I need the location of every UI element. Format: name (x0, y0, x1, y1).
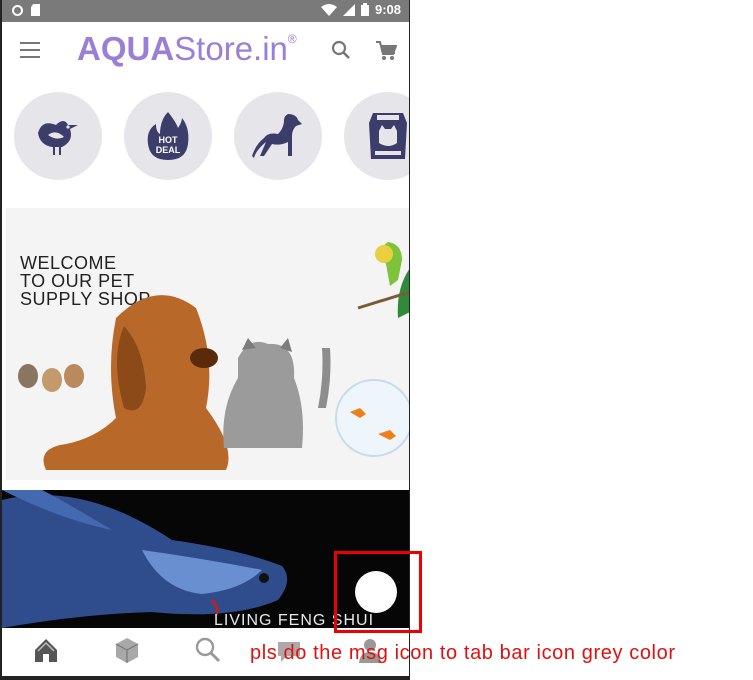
annotation-highlight-box (334, 551, 422, 633)
category-row: HOT DEAL (14, 92, 409, 180)
annotation-note: pls do the msg icon to tab bar icon grey… (250, 642, 676, 664)
bird-icon (38, 121, 78, 155)
menu-icon[interactable] (20, 42, 40, 58)
category-cat-food[interactable] (344, 92, 409, 180)
category-birds[interactable] (14, 92, 102, 180)
battery-icon (360, 3, 369, 16)
svg-text:DEAL: DEAL (156, 145, 181, 155)
search-icon[interactable] (194, 636, 222, 664)
cart-icon[interactable] (375, 40, 397, 62)
notification-icon (12, 4, 23, 16)
brand-logo: AQUAStore.in® (77, 30, 297, 68)
category-hot-deal[interactable]: HOT DEAL (124, 92, 212, 180)
cat-food-icon (369, 113, 407, 159)
promo-banner-pets[interactable]: WELCOME TO OUR PET SUPPLY SHOP (6, 208, 409, 480)
status-bar: 9:08 (2, 0, 409, 22)
device-bottom-edge (2, 676, 409, 680)
dog-icon (252, 114, 302, 158)
search-icon[interactable] (331, 40, 351, 60)
hot-deal-icon: HOT DEAL (147, 112, 189, 160)
sd-card-icon (31, 4, 40, 16)
signal-icon (342, 3, 355, 16)
registered-mark: ® (287, 32, 297, 46)
app-bar: AQUAStore.in® (2, 22, 409, 80)
home-icon[interactable] (32, 636, 60, 664)
wifi-icon (320, 3, 337, 16)
pets-illustration (18, 242, 409, 470)
box-icon[interactable] (113, 636, 141, 664)
brand-bold: AQUA (77, 30, 175, 67)
brand-rest: Store.in (174, 30, 288, 67)
svg-text:HOT: HOT (159, 135, 179, 145)
clock: 9:08 (374, 2, 401, 17)
category-dogs[interactable] (234, 92, 322, 180)
